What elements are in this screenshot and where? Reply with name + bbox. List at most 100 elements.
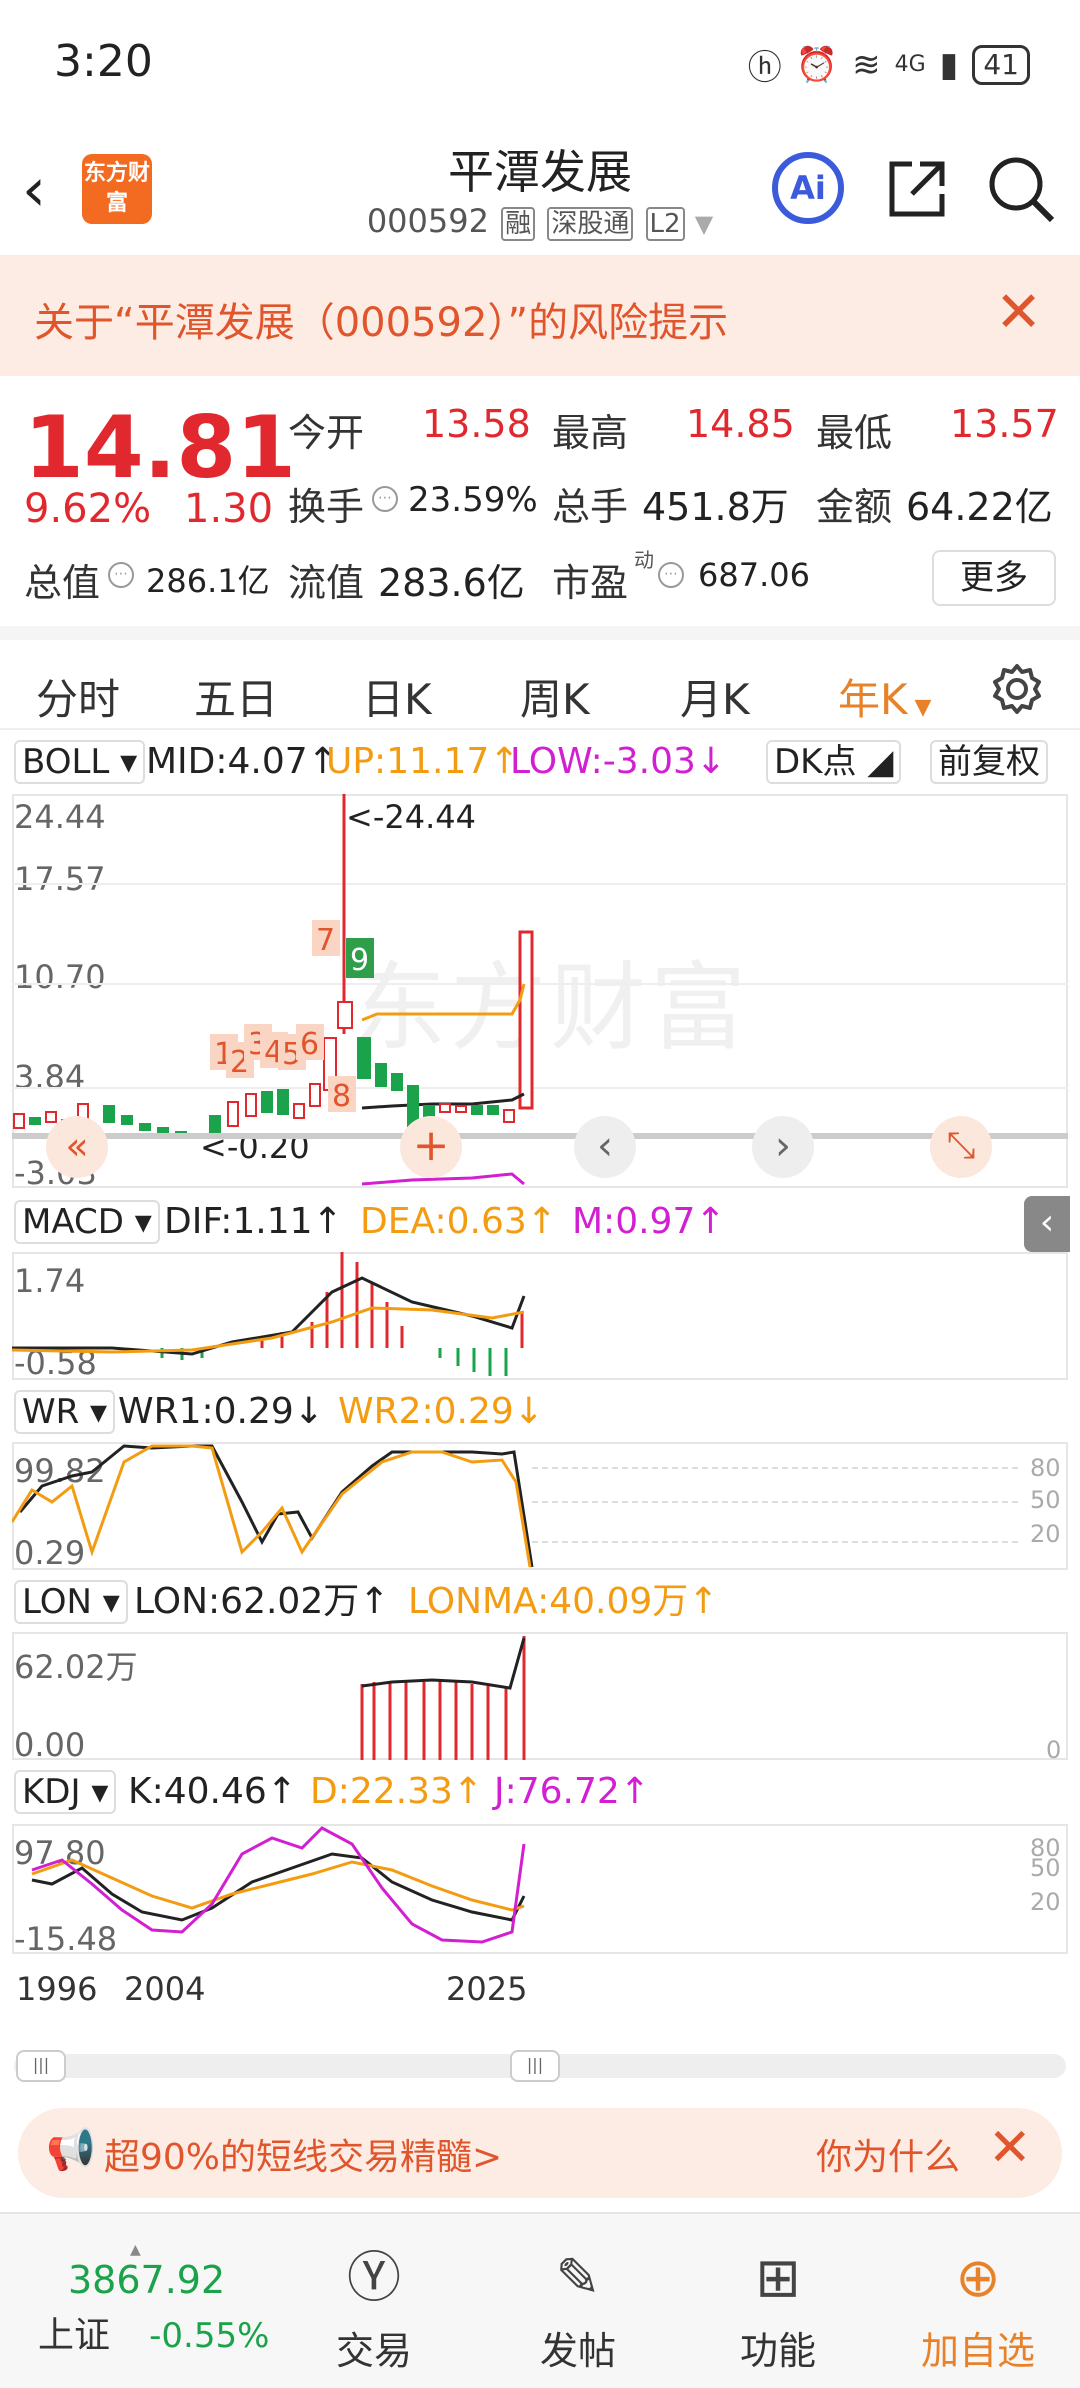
lon-ma: LONMA:40.09万↑ xyxy=(408,1581,719,1622)
bottom-bar: ▲ 3867.92 上证 -0.55% Ⓨ 交易 ✎ 发帖 ⊞ 功能 ⊕ 加自选 xyxy=(0,2212,1080,2388)
margin-tag: 融 xyxy=(501,207,536,241)
double-left-icon[interactable]: « xyxy=(46,1116,108,1178)
last-price: 14.81 xyxy=(24,398,297,498)
trade-button[interactable]: Ⓨ 交易 xyxy=(304,2248,444,2375)
open-value: 13.58 xyxy=(422,402,531,446)
status-time: 3:20 xyxy=(54,36,153,87)
boll-selector[interactable]: BOLL ▾ xyxy=(14,740,146,784)
info-icon[interactable]: ⋯ xyxy=(658,562,684,588)
close-icon[interactable]: ✕ xyxy=(995,280,1042,345)
share-icon[interactable] xyxy=(884,156,950,222)
kdj-svg xyxy=(31,1826,526,1944)
stock-header: ‹ 东方财富 平潭发展 000592 融 深股通 L2 ▼ Ai xyxy=(0,130,1080,256)
add-watchlist-button[interactable]: ⊕ 加自选 xyxy=(908,2248,1048,2375)
lon-value: LON:62.02万↑ xyxy=(134,1581,390,1622)
promo-text-right[interactable]: 你为什么 xyxy=(816,2128,960,2180)
back-button[interactable]: ‹ xyxy=(22,160,46,220)
tab-five-day[interactable]: 五日 xyxy=(194,666,278,727)
tab-weekly-k[interactable]: 周K xyxy=(520,666,590,727)
search-icon[interactable] xyxy=(986,154,1056,224)
grid-icon: ⊞ xyxy=(755,2246,801,2309)
volume-label: 总手 xyxy=(552,485,629,529)
index-name: 上证 xyxy=(38,2315,111,2356)
index-value: 3867.92 xyxy=(68,2258,226,2302)
tab-yearly-k-label: 年K xyxy=(838,675,908,724)
kdj-indicator-row: KDJ ▾ K:40.46↑ D:22.33↑ J:76.72↑ xyxy=(0,1766,1080,1816)
close-icon[interactable]: ✕ xyxy=(988,2118,1032,2178)
stock-code: 000592 xyxy=(366,202,489,240)
tab-daily-k[interactable]: 日K xyxy=(362,666,432,727)
tab-monthly-k[interactable]: 月K xyxy=(680,666,750,727)
pe-dynamic-mark: 动 xyxy=(634,548,654,572)
range-handle-right[interactable]: ||| xyxy=(510,2050,560,2082)
kdj-selector[interactable]: KDJ ▾ xyxy=(14,1770,117,1814)
post-button[interactable]: ✎ 发帖 xyxy=(508,2248,648,2375)
index-ticker[interactable]: ▲ 3867.92 上证 -0.55% xyxy=(20,2242,280,2358)
alarm-icon: ⏰ xyxy=(795,44,839,85)
promo-banner[interactable]: 📢 超90%的短线交易精髓> 你为什么 ✕ xyxy=(18,2108,1062,2198)
wifi-icon: ≋ xyxy=(852,44,881,85)
mcap-label: 总值 xyxy=(24,561,101,605)
boll-low: LOW:-3.03↓ xyxy=(510,741,727,782)
more-button[interactable]: 更多 xyxy=(932,550,1056,606)
wr-selector-label: WR xyxy=(22,1392,80,1432)
float-value: 283.6亿 xyxy=(378,561,525,605)
tab-yearly-k[interactable]: 年K ▼ xyxy=(838,666,931,727)
wr-selector[interactable]: WR ▾ xyxy=(14,1390,116,1434)
period-tabs: 分时 五日 日K 周K 月K 年K ▼ xyxy=(0,626,1080,730)
function-label: 功能 xyxy=(739,2329,816,2373)
xaxis-start: 1996 xyxy=(16,1970,98,2008)
plus-icon[interactable]: + xyxy=(400,1116,462,1178)
kdj-selector-label: KDJ xyxy=(22,1772,81,1812)
kdj-j: J:76.72↑ xyxy=(494,1771,650,1812)
stock-code-row[interactable]: 000592 融 深股通 L2 ▼ xyxy=(340,202,740,241)
amount-label: 金额 xyxy=(816,485,893,529)
low-label: 最低 xyxy=(816,411,893,455)
chevron-down-icon: ▼ xyxy=(694,210,714,238)
open-label: 今开 xyxy=(288,411,365,455)
l2-tag: L2 xyxy=(645,207,685,241)
settings-icon[interactable] xyxy=(990,662,1044,716)
info-icon[interactable]: ⋯ xyxy=(372,486,398,512)
pe-value: 687.06 xyxy=(698,556,810,594)
marker-6: 6 xyxy=(300,1027,319,1062)
dk-point-selector[interactable]: DK点 ◢ xyxy=(766,740,902,784)
ai-button[interactable]: Ai xyxy=(772,152,844,224)
wr-indicator-row: WR ▾ WR1:0.29↓ WR2:0.29↓ xyxy=(0,1386,1080,1436)
change-amount: 1.30 xyxy=(184,486,274,532)
amount-value: 64.22亿 xyxy=(906,485,1053,529)
info-icon[interactable]: ⋯ xyxy=(108,562,134,588)
high-label: 最高 xyxy=(552,411,629,455)
chevron-up-icon: ▲ xyxy=(130,2242,141,2258)
high-value: 14.85 xyxy=(686,402,795,446)
float-label: 流值 xyxy=(288,561,365,605)
mcap-value: 286.1亿 xyxy=(146,562,270,600)
tab-intraday[interactable]: 分时 xyxy=(36,666,120,727)
battery-icon: 41 xyxy=(972,44,1030,85)
edit-icon: ✎ xyxy=(555,2246,601,2309)
index-change: -0.55% xyxy=(149,2316,270,2356)
collapse-icon[interactable]: ‹ xyxy=(1024,1196,1070,1252)
change-percent: 9.62% xyxy=(24,486,152,532)
range-handle-left[interactable]: ||| xyxy=(16,2050,66,2082)
turnover-value: 23.59% xyxy=(408,480,538,520)
lon-selector[interactable]: LON ▾ xyxy=(14,1580,128,1624)
add-circle-icon: ⊕ xyxy=(955,2246,1001,2309)
kdj-d: D:22.33↑ xyxy=(310,1771,484,1812)
chevron-right-icon[interactable]: › xyxy=(752,1116,814,1178)
marker-8: 8 xyxy=(332,1079,351,1114)
marker-7: 7 xyxy=(316,923,335,958)
macd-selector-label: MACD xyxy=(22,1202,124,1242)
function-button[interactable]: ⊞ 功能 xyxy=(708,2248,848,2375)
xaxis-mid: 2004 xyxy=(124,1970,206,2008)
chevron-left-icon[interactable]: ‹ xyxy=(574,1116,636,1178)
expand-icon[interactable]: ⤡ xyxy=(930,1116,992,1178)
risk-banner[interactable]: 关于“平潭发展（000592）”的风险提示 ✕ xyxy=(0,256,1080,376)
lon-selector-label: LON xyxy=(22,1582,92,1622)
app-logo[interactable]: 东方财富 xyxy=(82,154,152,224)
risk-text[interactable]: 关于“平潭发展（000592）”的风险提示 xyxy=(34,290,728,348)
promo-text[interactable]: 超90%的短线交易精髓> xyxy=(104,2128,502,2180)
macd-selector[interactable]: MACD ▾ xyxy=(14,1200,160,1244)
adjust-button[interactable]: 前复权 xyxy=(930,740,1048,784)
wr-svg xyxy=(12,1444,1022,1568)
